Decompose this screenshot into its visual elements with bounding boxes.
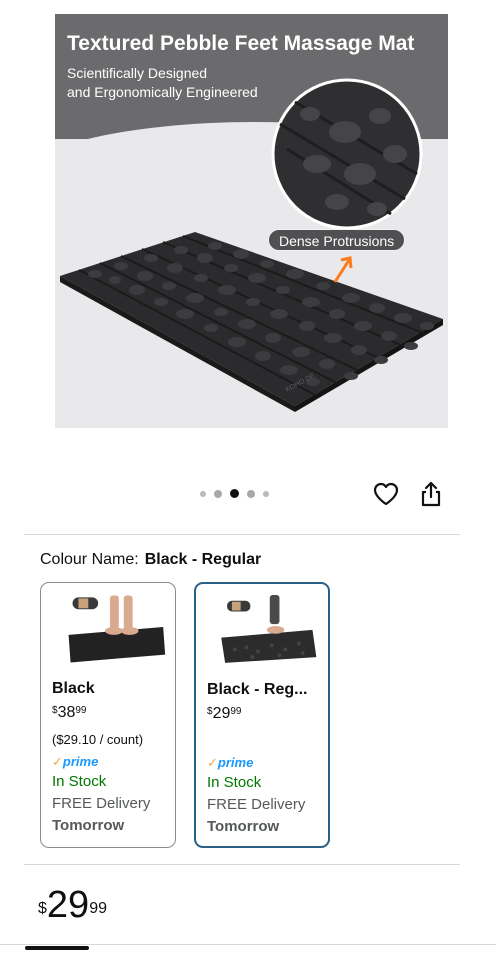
price-whole: 29: [46, 884, 90, 926]
variant-name: Black - Reg...: [207, 681, 308, 698]
divider: [24, 534, 460, 535]
heart-outline-icon: [373, 482, 399, 506]
variant-card-black-regular[interactable]: Black - Reg... $2999 ✓prime In Stock FRE…: [194, 582, 330, 848]
main-price: $2999: [38, 885, 107, 925]
prime-label: prime: [62, 754, 99, 769]
delivery-day: Tomorrow: [52, 817, 125, 834]
price-symbol: $: [52, 705, 58, 716]
massage-mat-illustration: KOHO DE: [60, 78, 443, 412]
price-fraction: 99: [89, 900, 107, 917]
price-whole: 38: [57, 704, 76, 721]
price-whole: 29: [212, 705, 231, 722]
carousel-dot[interactable]: [263, 490, 269, 497]
carousel-dot[interactable]: [214, 489, 222, 498]
zoom-circle: [271, 78, 423, 230]
divider: [24, 864, 460, 865]
product-image[interactable]: Textured Pebble Feet Massage Mat Scienti…: [55, 14, 448, 428]
callout-arrow: [333, 256, 353, 283]
price-symbol: $: [38, 900, 47, 917]
prime-check-icon: ✓: [207, 755, 218, 770]
variant-thumbnail: [221, 594, 317, 663]
bottom-tab-indicator: [25, 946, 89, 950]
variant-price: $3899: [52, 704, 86, 722]
variant-name: Black: [52, 680, 95, 697]
prime-label: prime: [217, 755, 254, 770]
unit-price: ($29.10 / count): [52, 732, 144, 747]
bottom-divider: [0, 944, 496, 945]
delivery-day: Tomorrow: [207, 818, 280, 835]
colour-label: Colour Name:: [40, 551, 139, 568]
callout-label: Dense Protrusions: [268, 229, 406, 251]
price-fraction: 99: [230, 706, 242, 717]
carousel-dot-active[interactable]: [230, 489, 239, 498]
share-button[interactable]: [417, 480, 445, 508]
price-symbol: $: [207, 706, 213, 717]
share-icon: [421, 481, 441, 507]
carousel-indicator: [200, 489, 269, 498]
prime-badge: ✓prime: [207, 755, 253, 771]
variant-thumbnail: [68, 595, 166, 663]
stock-status: In Stock: [52, 773, 107, 790]
price-fraction: 99: [75, 705, 87, 716]
wishlist-button[interactable]: [372, 480, 400, 508]
prime-check-icon: ✓: [52, 754, 63, 769]
carousel-dot[interactable]: [200, 490, 206, 497]
variant-card-black[interactable]: Black $3899 ($29.10 / count) ✓prime In S…: [40, 582, 176, 848]
colour-selection: Colour Name: Black - Regular: [40, 551, 261, 569]
stock-status: In Stock: [207, 774, 262, 791]
delivery-text: FREE Delivery: [207, 796, 306, 813]
carousel-dot[interactable]: [247, 489, 255, 498]
variant-price: $2999: [207, 705, 241, 723]
delivery-text: FREE Delivery: [52, 795, 151, 812]
prime-badge: ✓prime: [52, 754, 98, 770]
colour-value: Black - Regular: [144, 551, 262, 568]
mat-shape: KOHO DE: [60, 232, 443, 412]
